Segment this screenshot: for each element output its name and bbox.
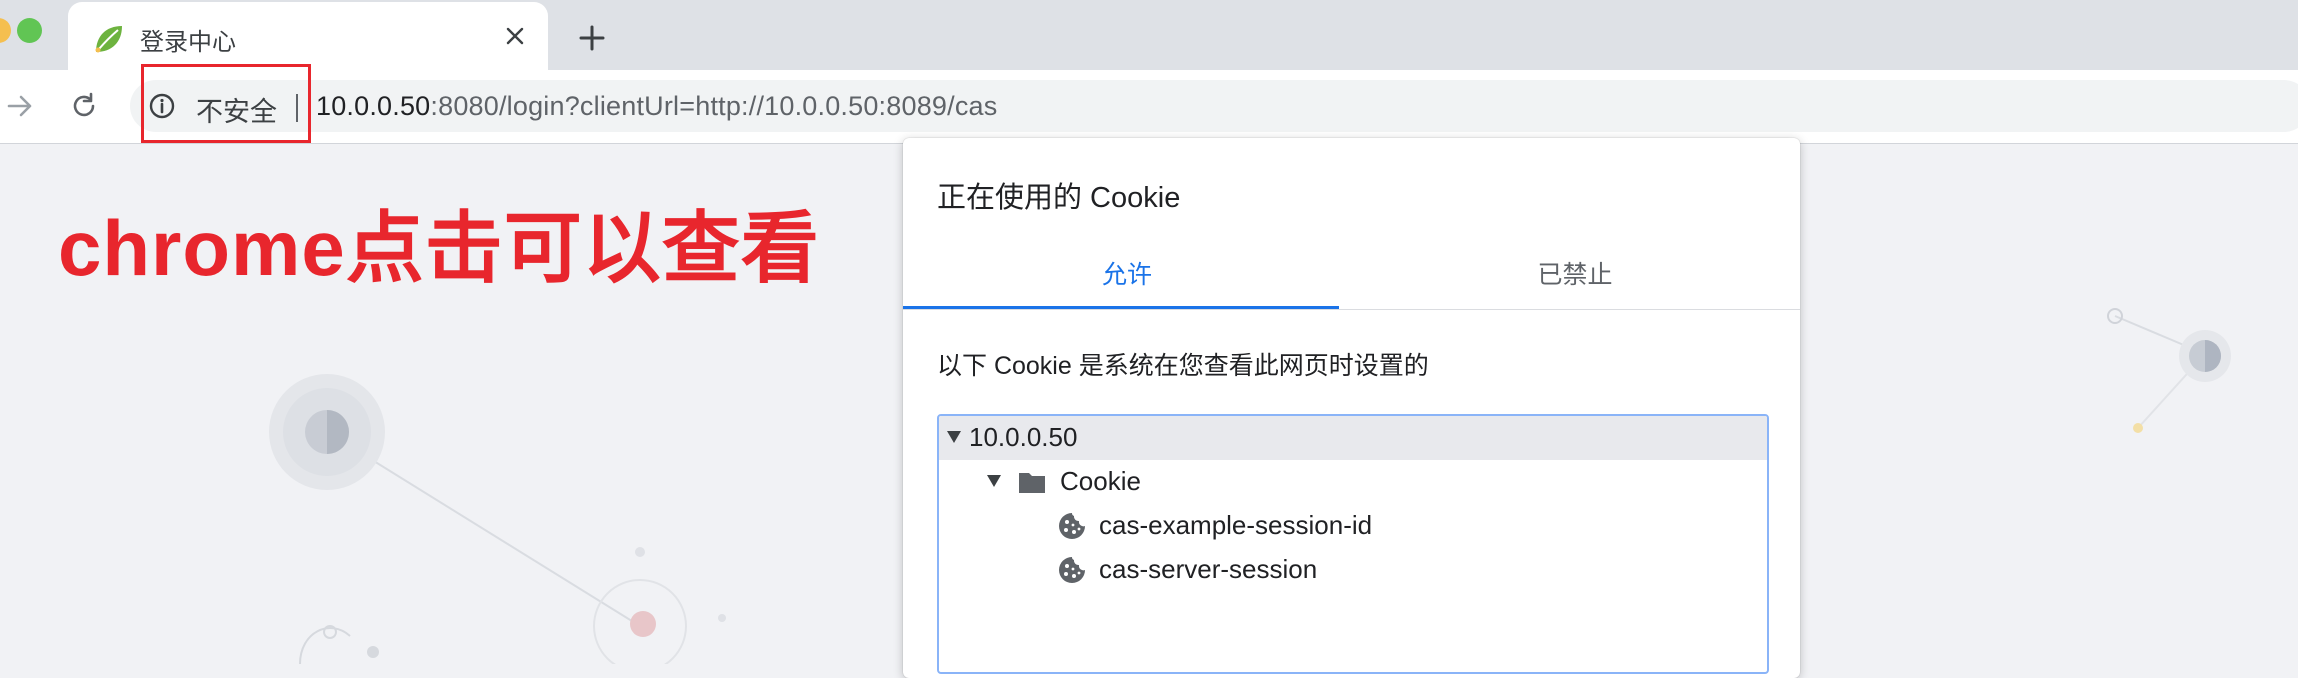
cookies-in-use-dialog: 正在使用的 Cookie 允许 已禁止 以下 Cookie 是系统在您查看此网页… — [903, 138, 1800, 678]
reload-icon — [73, 92, 95, 117]
reload-button[interactable] — [66, 88, 102, 124]
annotation-highlight-box — [141, 64, 311, 143]
expand-arrow-icon[interactable] — [987, 475, 1001, 487]
arrow-forward-icon — [7, 95, 32, 117]
tab-strip: 登录中心 — [0, 0, 2298, 70]
tree-row-cookie[interactable]: cas-server-session — [939, 548, 1767, 592]
browser-toolbar: 不安全 10.0.0.50:8080/login?clientUrl=http:… — [0, 70, 2298, 144]
url-host: 10.0.0.50 — [316, 91, 431, 121]
url-path: :8080/login?clientUrl=http://10.0.0.50:8… — [430, 91, 998, 121]
tree-row-folder[interactable]: Cookie — [939, 460, 1767, 504]
plus-icon — [579, 25, 605, 51]
tree-row-site[interactable]: 10.0.0.50 — [939, 416, 1767, 460]
url-text[interactable]: 10.0.0.50:8080/login?clientUrl=http://10… — [316, 91, 997, 122]
browser-tab[interactable]: 登录中心 — [68, 2, 548, 70]
cookie-icon — [1059, 513, 1085, 539]
minimize-window-button[interactable] — [0, 18, 11, 43]
dialog-description: 以下 Cookie 是系统在您查看此网页时设置的 — [937, 352, 1429, 380]
tab-allowed[interactable]: 允许 — [903, 258, 1351, 308]
tree-row-cookie[interactable]: cas-example-session-id — [939, 504, 1767, 548]
new-tab-button[interactable] — [572, 18, 612, 58]
leaf-icon — [95, 26, 122, 53]
annotation-text: chrome点击可以查看 — [58, 204, 820, 292]
cookie-name: cas-example-session-id — [1099, 510, 1373, 540]
cookie-name: cas-server-session — [1099, 554, 1318, 584]
close-icon — [506, 27, 524, 45]
address-bar[interactable]: 不安全 10.0.0.50:8080/login?clientUrl=http:… — [130, 80, 2298, 132]
tab-close-button[interactable] — [500, 21, 530, 51]
tab-blocked[interactable]: 已禁止 — [1351, 258, 1799, 308]
dialog-title: 正在使用的 Cookie — [937, 182, 1181, 214]
folder-label: Cookie — [1060, 466, 1141, 496]
cookie-tree[interactable]: 10.0.0.50 Cookie cas-example-session-id — [937, 414, 1769, 674]
folder-icon — [1019, 473, 1045, 493]
tabs-divider — [903, 309, 1800, 310]
tab-title: 登录中心 — [140, 29, 236, 56]
cookie-icon — [1059, 557, 1085, 583]
site-label: 10.0.0.50 — [969, 422, 1078, 452]
maximize-window-button[interactable] — [17, 18, 42, 43]
forward-button[interactable] — [2, 88, 38, 124]
expand-arrow-icon[interactable] — [947, 431, 961, 443]
